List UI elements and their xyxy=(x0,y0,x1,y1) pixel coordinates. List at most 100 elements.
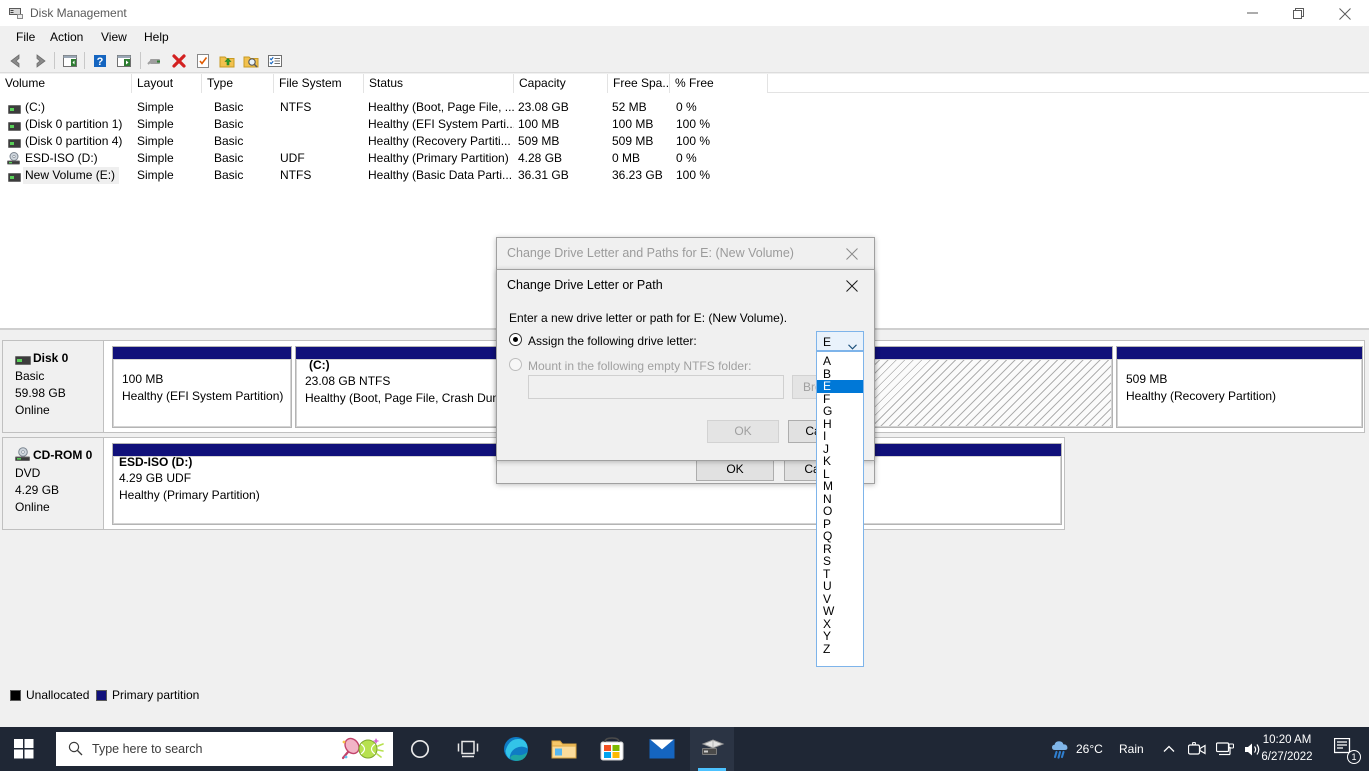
mount-path-input[interactable] xyxy=(528,375,784,399)
column-header-status[interactable]: Status xyxy=(364,74,514,93)
column-header-layout[interactable]: Layout xyxy=(132,74,202,93)
forward-arrow-icon[interactable] xyxy=(30,51,50,71)
radio-mount-ntfs-folder[interactable] xyxy=(509,358,522,371)
show-hidden-icons-chevron[interactable] xyxy=(1155,727,1183,771)
file-explorer-icon[interactable] xyxy=(542,727,586,771)
cell-file-system: UDF xyxy=(280,151,305,165)
column-header-file-system[interactable]: File System xyxy=(274,74,364,93)
export-list-icon[interactable] xyxy=(217,51,237,71)
taskbar-disk-management-icon[interactable] xyxy=(690,727,734,771)
cell-layout: Simple xyxy=(137,134,174,148)
hard-drive-icon xyxy=(8,171,21,182)
cell-capacity: 23.08 GB xyxy=(518,100,569,114)
checklist-icon[interactable] xyxy=(265,51,285,71)
drive-letter-option[interactable]: U xyxy=(817,580,863,593)
cortana-icon[interactable] xyxy=(398,727,442,771)
drive-letter-option[interactable]: E xyxy=(817,380,863,393)
action-center-icon[interactable]: 1 xyxy=(1327,727,1365,771)
help-icon[interactable]: ? xyxy=(90,51,110,71)
drive-letter-option[interactable]: W xyxy=(817,605,863,618)
legend-label-unallocated: Unallocated xyxy=(26,688,90,702)
task-view-icon[interactable] xyxy=(446,727,490,771)
drive-letter-option[interactable]: O xyxy=(817,505,863,518)
drive-letter-option[interactable]: Q xyxy=(817,530,863,543)
rescan-disks-icon[interactable] xyxy=(193,51,213,71)
drive-letter-option[interactable]: Y xyxy=(817,630,863,643)
delete-icon[interactable] xyxy=(169,51,189,71)
partition-efi[interactable]: 100 MB Healthy (EFI System Partition) xyxy=(112,346,292,428)
minimize-button[interactable] xyxy=(1231,0,1277,26)
table-row[interactable]: ESD-ISO (D:) Simple Basic UDF Healthy (P… xyxy=(0,150,1369,167)
search-icon xyxy=(68,741,83,759)
weather-temperature: 26°C xyxy=(1076,742,1103,756)
partition-size: 4.29 GB UDF xyxy=(119,471,192,485)
partition-status: Healthy (Primary Partition) xyxy=(119,488,260,502)
radio-assign-drive-letter[interactable] xyxy=(509,333,522,346)
volume-name-selected: New Volume (E:) xyxy=(23,167,120,184)
column-header-type[interactable]: Type xyxy=(202,74,274,93)
notification-badge: 1 xyxy=(1347,750,1361,764)
table-row[interactable]: (C:) Simple Basic NTFS Healthy (Boot, Pa… xyxy=(0,99,1369,116)
drive-letter-option[interactable]: I xyxy=(817,430,863,443)
cell-free-space: 100 MB xyxy=(612,117,654,131)
column-header-percent-free[interactable]: % Free xyxy=(670,74,768,93)
partition-label: (C:) xyxy=(309,358,330,372)
drive-letter-combobox[interactable]: E xyxy=(816,331,864,351)
drive-letter-option[interactable]: G xyxy=(817,405,863,418)
taskbar: Type here to search 26°C Rain 10:20 AM 6… xyxy=(0,727,1369,771)
ok-button-front[interactable]: OK xyxy=(707,420,779,443)
cell-percent-free: 0 % xyxy=(676,100,697,114)
table-row[interactable]: (Disk 0 partition 1) Simple Basic Health… xyxy=(0,116,1369,133)
menu-view[interactable]: View xyxy=(93,26,135,48)
tennis-racket-icon[interactable] xyxy=(339,736,385,765)
close-icon[interactable] xyxy=(830,238,874,269)
partition-recovery[interactable]: 509 MB Healthy (Recovery Partition) xyxy=(1116,346,1363,428)
menu-help[interactable]: Help xyxy=(136,26,177,48)
drive-letter-dropdown-list[interactable]: ABEFGHIJKLMNOPQRSTUVWXYZ xyxy=(816,351,864,667)
cell-status: Healthy (Primary Partition) xyxy=(368,151,509,165)
restore-button[interactable] xyxy=(1277,0,1323,26)
clock[interactable]: 10:20 AM 6/27/2022 xyxy=(1251,732,1323,766)
disk-type: Basic xyxy=(15,369,45,383)
cell-file-system: NTFS xyxy=(280,100,312,114)
partition-body: 509 MB Healthy (Recovery Partition) xyxy=(1117,359,1362,427)
partition-body-selected-hatch xyxy=(864,359,1112,427)
volume-name: (C:) xyxy=(25,100,45,114)
drive-letter-option[interactable]: A xyxy=(817,355,863,368)
drive-letter-option[interactable]: K xyxy=(817,455,863,468)
properties-icon[interactable] xyxy=(145,51,165,71)
cell-capacity: 4.28 GB xyxy=(518,151,563,165)
network-icon[interactable] xyxy=(1211,727,1239,771)
show-hide-action-pane-icon[interactable] xyxy=(114,51,134,71)
cell-type: Basic xyxy=(214,151,244,165)
microsoft-store-icon[interactable] xyxy=(590,727,634,771)
mail-icon[interactable] xyxy=(640,727,684,771)
table-row[interactable]: (Disk 0 partition 4) Simple Basic Health… xyxy=(0,133,1369,150)
menu-action[interactable]: Action xyxy=(42,26,91,48)
find-icon[interactable] xyxy=(241,51,261,71)
table-row[interactable]: New Volume (E:) Simple Basic NTFS Health… xyxy=(0,167,1369,184)
legend-swatch-unallocated xyxy=(10,690,21,701)
column-header-capacity[interactable]: Capacity xyxy=(514,74,608,93)
cell-status: Healthy (Boot, Page File, ... xyxy=(368,100,514,114)
back-arrow-icon[interactable] xyxy=(6,51,26,71)
column-header-volume[interactable]: Volume xyxy=(0,74,132,93)
disk-management-window: Disk Management File Action View Help ? … xyxy=(0,0,1369,727)
close-button[interactable] xyxy=(1323,0,1369,26)
windows-start-icon[interactable] xyxy=(0,727,48,771)
microsoft-edge-icon[interactable] xyxy=(494,727,538,771)
partition-new-volume-e[interactable] xyxy=(863,346,1113,428)
menu-file[interactable]: File xyxy=(8,26,43,48)
dialog-title: Change Drive Letter or Path xyxy=(507,278,663,292)
disk-management-icon xyxy=(8,5,24,21)
partition-color-bar xyxy=(1117,347,1362,359)
drive-letter-option[interactable]: M xyxy=(817,480,863,493)
show-hide-console-tree-icon[interactable] xyxy=(60,51,80,71)
search-input[interactable]: Type here to search xyxy=(56,732,393,766)
drive-letter-option[interactable]: S xyxy=(817,555,863,568)
radio-dot xyxy=(513,337,518,342)
column-header-free-space[interactable]: Free Spa... xyxy=(608,74,670,93)
drive-letter-option[interactable]: Z xyxy=(817,642,863,656)
close-icon[interactable] xyxy=(830,270,874,301)
meet-now-icon[interactable] xyxy=(1183,727,1211,771)
